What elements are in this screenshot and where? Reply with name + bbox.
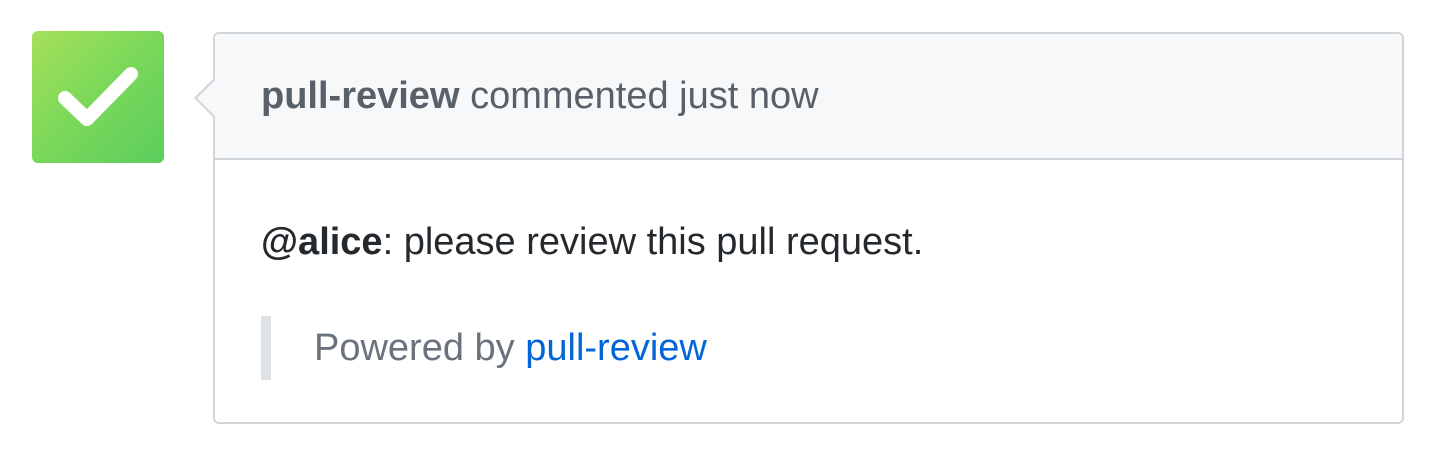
comment-box: pull-review commented just now @alice: p… xyxy=(194,32,1404,424)
comment-message: @alice: please review this pull request. xyxy=(261,220,1356,264)
timeline-comment: pull-review commented just now @alice: p… xyxy=(0,0,1437,456)
checkmark-icon xyxy=(58,67,138,126)
footer-prefix: Powered by xyxy=(314,326,515,369)
user-mention[interactable]: @alice xyxy=(261,221,383,263)
comment-header: pull-review commented just now xyxy=(215,34,1402,160)
comment-action: commented xyxy=(470,74,669,117)
comment-body: @alice: please review this pull request.… xyxy=(215,220,1402,380)
blockquote: Powered by pull-review xyxy=(261,316,1356,380)
avatar[interactable] xyxy=(32,31,164,163)
comment-arrow-fill xyxy=(197,80,215,116)
pull-review-link[interactable]: pull-review xyxy=(525,327,707,370)
message-text: : please review this pull request. xyxy=(382,221,924,263)
author-link[interactable]: pull-review xyxy=(261,75,460,118)
comment-timestamp[interactable]: just now xyxy=(679,75,818,118)
